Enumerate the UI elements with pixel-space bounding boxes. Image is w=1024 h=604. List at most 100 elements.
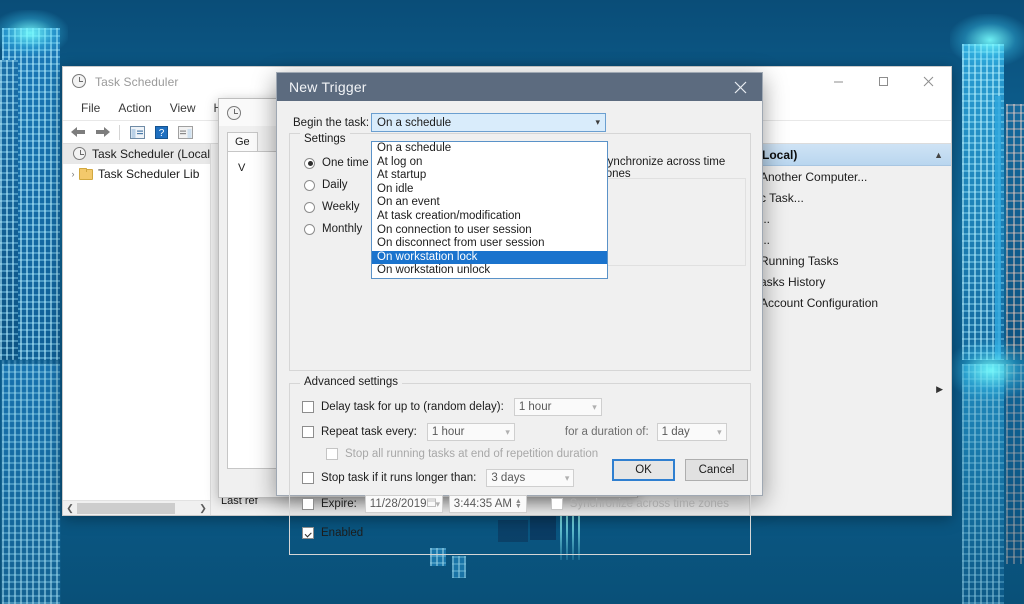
menu-file[interactable]: File	[72, 99, 109, 117]
forward-arrow-icon[interactable]	[92, 123, 112, 141]
repeat-task-value: 1 hour	[432, 426, 465, 438]
back-arrow-icon[interactable]	[68, 123, 88, 141]
settings-sync-label: Synchronize across time zones	[600, 156, 750, 180]
close-icon[interactable]	[718, 73, 762, 101]
action-connect-another-computer[interactable]: Another Computer...	[750, 166, 951, 187]
tree-horizontal-scrollbar[interactable]: ❮ ❯	[63, 500, 210, 515]
task-properties-field-label: V	[238, 162, 245, 174]
dropdown-option[interactable]: On idle	[372, 183, 607, 197]
dialog-titlebar: New Trigger	[277, 73, 762, 101]
radio-monthly[interactable]: Monthly	[304, 218, 369, 240]
expire-date-value: 11/28/2019	[370, 498, 427, 510]
new-trigger-dialog: New Trigger Begin the task: On a schedul…	[276, 72, 763, 496]
radio-weekly[interactable]: Weekly	[304, 196, 369, 218]
minimize-button[interactable]	[816, 67, 861, 96]
dropdown-option[interactable]: At task creation/modification	[372, 210, 607, 224]
action-item-3[interactable]: ...	[750, 208, 951, 229]
expire-label: Expire:	[321, 498, 357, 510]
radio-label: Monthly	[322, 223, 362, 235]
menu-view[interactable]: View	[161, 99, 205, 117]
stop-all-running-checkbox	[326, 448, 338, 460]
chevron-down-icon[interactable]: ▾	[505, 427, 510, 438]
expire-date-field[interactable]: 11/28/2019 ▾	[365, 495, 443, 513]
radio-indicator[interactable]	[304, 180, 315, 191]
stop-task-longer-label: Stop task if it runs longer than:	[321, 472, 476, 484]
show-hide-tree-icon[interactable]	[127, 123, 147, 141]
action-item-4[interactable]: ...	[750, 229, 951, 250]
dropdown-option[interactable]: On an event	[372, 196, 607, 210]
stop-all-running-label: Stop all running tasks at end of repetit…	[345, 448, 598, 460]
dropdown-option[interactable]: On a schedule	[372, 142, 607, 156]
action-display-all-running-tasks[interactable]: Running Tasks	[750, 250, 951, 271]
toolbar-separator	[119, 125, 120, 140]
begin-the-task-row: Begin the task: On a schedule ▾	[293, 113, 762, 132]
dropdown-option[interactable]: At log on	[372, 156, 607, 170]
action-at-service-account-configuration[interactable]: Account Configuration	[750, 292, 951, 313]
radio-label: Daily	[322, 179, 348, 191]
chevron-down-icon[interactable]: ▾	[565, 473, 570, 484]
tree-expander-icon[interactable]: ›	[67, 169, 79, 179]
settings-inner-panel	[598, 178, 746, 266]
caret-right-icon[interactable]: ▶	[936, 384, 943, 395]
dropdown-option[interactable]: On workstation unlock	[372, 264, 607, 278]
delay-task-value: 1 hour	[519, 401, 552, 413]
window-title: Task Scheduler	[95, 75, 178, 89]
tab-general[interactable]: Ge	[227, 132, 258, 151]
stop-task-longer-dropdown[interactable]: 3 days ▾	[486, 469, 574, 487]
dropdown-option[interactable]: At startup	[372, 169, 607, 183]
show-hide-action-pane-icon[interactable]	[175, 123, 195, 141]
calendar-icon[interactable]	[427, 498, 436, 510]
delay-task-dropdown[interactable]: 1 hour ▾	[514, 398, 602, 416]
action-enable-all-tasks-history[interactable]: asks History	[750, 271, 951, 292]
help-icon[interactable]: ?	[151, 123, 171, 141]
caret-up-icon[interactable]: ▲	[934, 150, 943, 160]
chevron-down-icon[interactable]: ▾	[592, 402, 597, 413]
maximize-button[interactable]	[861, 67, 906, 96]
actions-pane-header: (Local) ▲	[750, 144, 951, 166]
folder-icon	[79, 167, 94, 182]
repeat-task-checkbox[interactable]	[302, 426, 314, 438]
enabled-checkbox[interactable]	[302, 527, 314, 539]
expire-time-field[interactable]: 3:44:35 AM ▲▼	[449, 495, 527, 513]
chevron-down-icon[interactable]: ▾	[595, 117, 600, 128]
close-button[interactable]	[906, 67, 951, 96]
tree-item-label: Task Scheduler (Local	[92, 147, 210, 161]
scroll-left-icon[interactable]: ❮	[63, 503, 77, 514]
tree-item-task-scheduler-library[interactable]: › Task Scheduler Lib	[63, 164, 210, 184]
cancel-button[interactable]: Cancel	[685, 459, 748, 481]
dropdown-option[interactable]: On disconnect from user session	[372, 237, 607, 251]
begin-the-task-combobox[interactable]: On a schedule ▾	[371, 113, 606, 132]
dropdown-option[interactable]: On connection to user session	[372, 224, 607, 238]
dropdown-option[interactable]: On workstation lock	[372, 251, 607, 265]
ok-button[interactable]: OK	[612, 459, 675, 481]
begin-the-task-label: Begin the task:	[293, 117, 371, 129]
menu-action[interactable]: Action	[109, 99, 160, 117]
tree-item-task-scheduler-local[interactable]: Task Scheduler (Local	[63, 144, 210, 164]
delay-task-row: Delay task for up to (random delay): 1 h…	[302, 398, 750, 416]
repeat-task-dropdown[interactable]: 1 hour ▾	[427, 423, 515, 441]
radio-daily[interactable]: Daily	[304, 174, 369, 196]
delay-task-checkbox[interactable]	[302, 401, 314, 413]
chevron-down-icon[interactable]: ▾	[717, 427, 722, 438]
window-controls	[816, 67, 951, 96]
radio-indicator[interactable]	[304, 224, 315, 235]
scrollbar-thumb[interactable]	[77, 503, 175, 514]
schedule-radio-group: One time Daily Weekly Monthly	[304, 152, 369, 240]
begin-the-task-dropdown-list[interactable]: On a scheduleAt log onAt startupOn idleO…	[371, 141, 608, 279]
duration-dropdown[interactable]: 1 day ▾	[657, 423, 727, 441]
radio-indicator[interactable]	[304, 202, 315, 213]
expire-row: Expire: 11/28/2019 ▾ 3:44:35 AM ▲▼ Synch…	[302, 495, 750, 513]
expire-checkbox[interactable]	[302, 498, 314, 510]
radio-indicator[interactable]	[304, 158, 315, 169]
radio-label: Weekly	[322, 201, 360, 213]
action-create-basic-task[interactable]: c Task...	[750, 187, 951, 208]
spinner-icon[interactable]: ▲▼	[515, 499, 522, 509]
clock-icon	[227, 106, 241, 120]
scroll-right-icon[interactable]: ❯	[196, 503, 210, 514]
delay-task-label: Delay task for up to (random delay):	[321, 401, 504, 413]
radio-one-time[interactable]: One time	[304, 152, 369, 174]
stop-task-longer-checkbox[interactable]	[302, 472, 314, 484]
chevron-down-icon[interactable]: ▾	[436, 499, 441, 510]
svg-text:?: ?	[158, 128, 164, 139]
sync-time-zones-label: Synchronize across time zones	[570, 498, 729, 510]
